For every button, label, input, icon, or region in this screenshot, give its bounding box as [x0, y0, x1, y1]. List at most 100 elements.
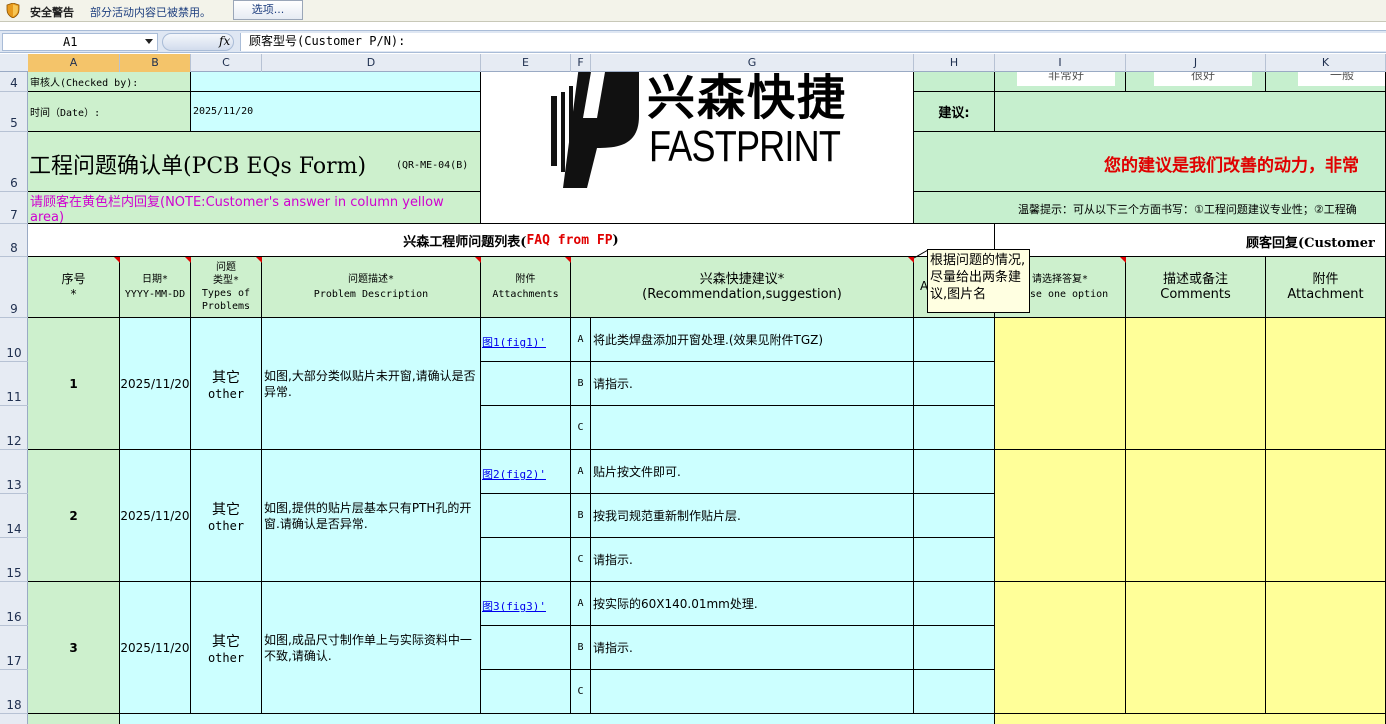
column-header-e[interactable]: E [481, 54, 571, 72]
problem-1-customer-comments[interactable] [1126, 318, 1266, 450]
option-letter[interactable]: A [571, 318, 591, 362]
option-text[interactable] [591, 670, 914, 714]
problem-2-attachment-cell[interactable]: 图2(fig2)' [481, 450, 571, 494]
column-header-c[interactable]: C [191, 54, 262, 72]
row-header-8[interactable]: 8 [0, 224, 28, 257]
problem-3-type[interactable]: 其它 other [191, 582, 262, 714]
column-header-d[interactable]: D [262, 54, 481, 72]
header-comments[interactable]: 描述或备注 Comments [1126, 257, 1266, 318]
tip-cell[interactable]: 温馨提示：可从以下三个方面书写：①工程问题建议专业性；②工程确 [914, 192, 1386, 224]
option-letter[interactable]: B [571, 626, 591, 670]
options-button[interactable]: 选项... [233, 0, 303, 20]
comment-indicator-icon[interactable] [565, 257, 571, 263]
problem-2-no[interactable]: 2 [28, 450, 120, 582]
problem-1-customer-choice[interactable] [995, 318, 1126, 450]
problem-2-customer-attachment[interactable] [1266, 450, 1386, 582]
problem-1-attachment-link[interactable]: 图1(fig1)' [482, 334, 546, 350]
problem-1-description[interactable]: 如图,大部分类似贴片未开窗,请确认是否异常. [262, 318, 481, 450]
row-header-4[interactable]: 4 [0, 72, 28, 92]
option-text[interactable]: 将此类焊盘添加开窗处理.(效果见附件TGZ) [591, 318, 914, 362]
option-letter[interactable]: C [571, 406, 591, 450]
attachment-cell[interactable] [481, 406, 571, 450]
option-letter[interactable]: B [571, 494, 591, 538]
option-letter[interactable]: A [571, 582, 591, 626]
option-text[interactable] [591, 406, 914, 450]
problem-2-customer-choice[interactable] [995, 450, 1126, 582]
rating-label-cell[interactable] [914, 72, 995, 92]
name-box[interactable]: A1 [2, 33, 158, 51]
row-header-15[interactable]: 15 [0, 538, 28, 582]
checked-by-label[interactable]: 审核人(Checked by): [28, 72, 191, 92]
option-letter[interactable]: A [571, 450, 591, 494]
column-header-b[interactable]: B [120, 54, 191, 72]
next-row-cell[interactable] [28, 714, 120, 724]
option-text[interactable]: 贴片按文件即可. [591, 450, 914, 494]
row-header-7[interactable]: 7 [0, 192, 28, 224]
column-header-h[interactable]: H [914, 54, 995, 72]
header-type[interactable]: 问题 类型* Types of Problems [191, 257, 262, 318]
option-text[interactable]: 按实际的60X140.01mm处理. [591, 582, 914, 626]
header-description[interactable]: 问题描述* Problem Description [262, 257, 481, 318]
form-title-cell[interactable]: 工程问题确认单(PCB EQs Form) (QR-ME-04(B) [28, 132, 481, 192]
problem-1-no[interactable]: 1 [28, 318, 120, 450]
insert-function-button[interactable]: fx [162, 33, 234, 51]
rating-average-cell[interactable]: 一般 [1266, 72, 1386, 92]
h-cell[interactable] [914, 670, 995, 714]
column-header-i[interactable]: I [995, 54, 1126, 72]
problem-3-attachment-link[interactable]: 图3(fig3)' [482, 598, 546, 614]
option-text[interactable]: 按我司规范重新制作贴片层. [591, 494, 914, 538]
rating-excellent-cell[interactable]: 非常好 [995, 72, 1126, 92]
problem-3-attachment-cell[interactable]: 图3(fig3)' [481, 582, 571, 626]
column-header-a[interactable]: A [28, 54, 120, 72]
header-recommendation[interactable]: 兴森快捷建议* (Recommendation,suggestion) [571, 257, 914, 318]
problem-2-type[interactable]: 其它 other [191, 450, 262, 582]
column-header-f[interactable]: F [571, 54, 591, 72]
rating-excellent-box[interactable]: 非常好 [1017, 72, 1115, 86]
problem-3-no[interactable]: 3 [28, 582, 120, 714]
header-attachments[interactable]: 附件 Attachments [481, 257, 571, 318]
customer-reply-title-cell[interactable]: 顾客回复(Customer [995, 224, 1386, 257]
row-header-10[interactable]: 10 [0, 318, 28, 362]
chevron-down-icon[interactable] [145, 39, 153, 44]
problem-3-description[interactable]: 如图,成品尺寸制作单上与实际资料中一不致,请确认. [262, 582, 481, 714]
row-header-18[interactable]: 18 [0, 670, 28, 714]
problem-3-customer-choice[interactable] [995, 582, 1126, 714]
row-header-11[interactable]: 11 [0, 362, 28, 406]
suggest-input-cell[interactable] [995, 92, 1386, 132]
comment-indicator-icon[interactable] [475, 257, 481, 263]
yellow-area-note[interactable]: 请顾客在黄色栏内回复(NOTE:Customer's answer in col… [28, 192, 481, 224]
problem-2-attachment-link[interactable]: 图2(fig2)' [482, 466, 546, 482]
problem-2-date[interactable]: 2025/11/20 [120, 450, 191, 582]
suggest-label[interactable]: 建议: [914, 92, 995, 132]
attachment-cell[interactable] [481, 626, 571, 670]
row-header-16[interactable]: 16 [0, 582, 28, 626]
option-letter[interactable]: C [571, 670, 591, 714]
formula-input[interactable]: 顾客型号(Customer P/N): [240, 33, 1386, 51]
column-header-g[interactable]: G [591, 54, 914, 72]
column-header-j[interactable]: J [1126, 54, 1266, 72]
problem-2-customer-comments[interactable] [1126, 450, 1266, 582]
h-cell[interactable] [914, 582, 995, 626]
problem-3-date[interactable]: 2025/11/20 [120, 582, 191, 714]
problem-1-attachment-cell[interactable]: 图1(fig1)' [481, 318, 571, 362]
motto-cell[interactable]: 您的建议是我们改善的动力，非常 [914, 132, 1386, 192]
option-text[interactable]: 请指示. [591, 626, 914, 670]
header-attachment[interactable]: 附件 Attachment [1266, 257, 1386, 318]
checked-by-value-cell[interactable] [191, 72, 481, 92]
problem-2-description[interactable]: 如图,提供的贴片层基本只有PTH孔的开窗.请确认是否异常. [262, 450, 481, 582]
option-text[interactable]: 请指示. [591, 538, 914, 582]
fp-problem-list-title[interactable]: 兴森工程师问题列表(FAQ from FP) [28, 224, 995, 257]
attachment-cell[interactable] [481, 670, 571, 714]
h-cell[interactable] [914, 494, 995, 538]
next-row-cell[interactable] [995, 714, 1386, 724]
header-no[interactable]: 序号 * [28, 257, 120, 318]
row-header-9[interactable]: 9 [0, 257, 28, 318]
problem-3-customer-attachment[interactable] [1266, 582, 1386, 714]
column-header-k[interactable]: K [1266, 54, 1386, 72]
comment-indicator-icon[interactable] [1120, 257, 1126, 263]
row-header-12[interactable]: 12 [0, 406, 28, 450]
h-cell[interactable] [914, 362, 995, 406]
row-header-17[interactable]: 17 [0, 626, 28, 670]
rating-average-box[interactable]: 一般 [1298, 72, 1385, 86]
date-label[interactable]: 时间（Date）: [28, 92, 191, 132]
